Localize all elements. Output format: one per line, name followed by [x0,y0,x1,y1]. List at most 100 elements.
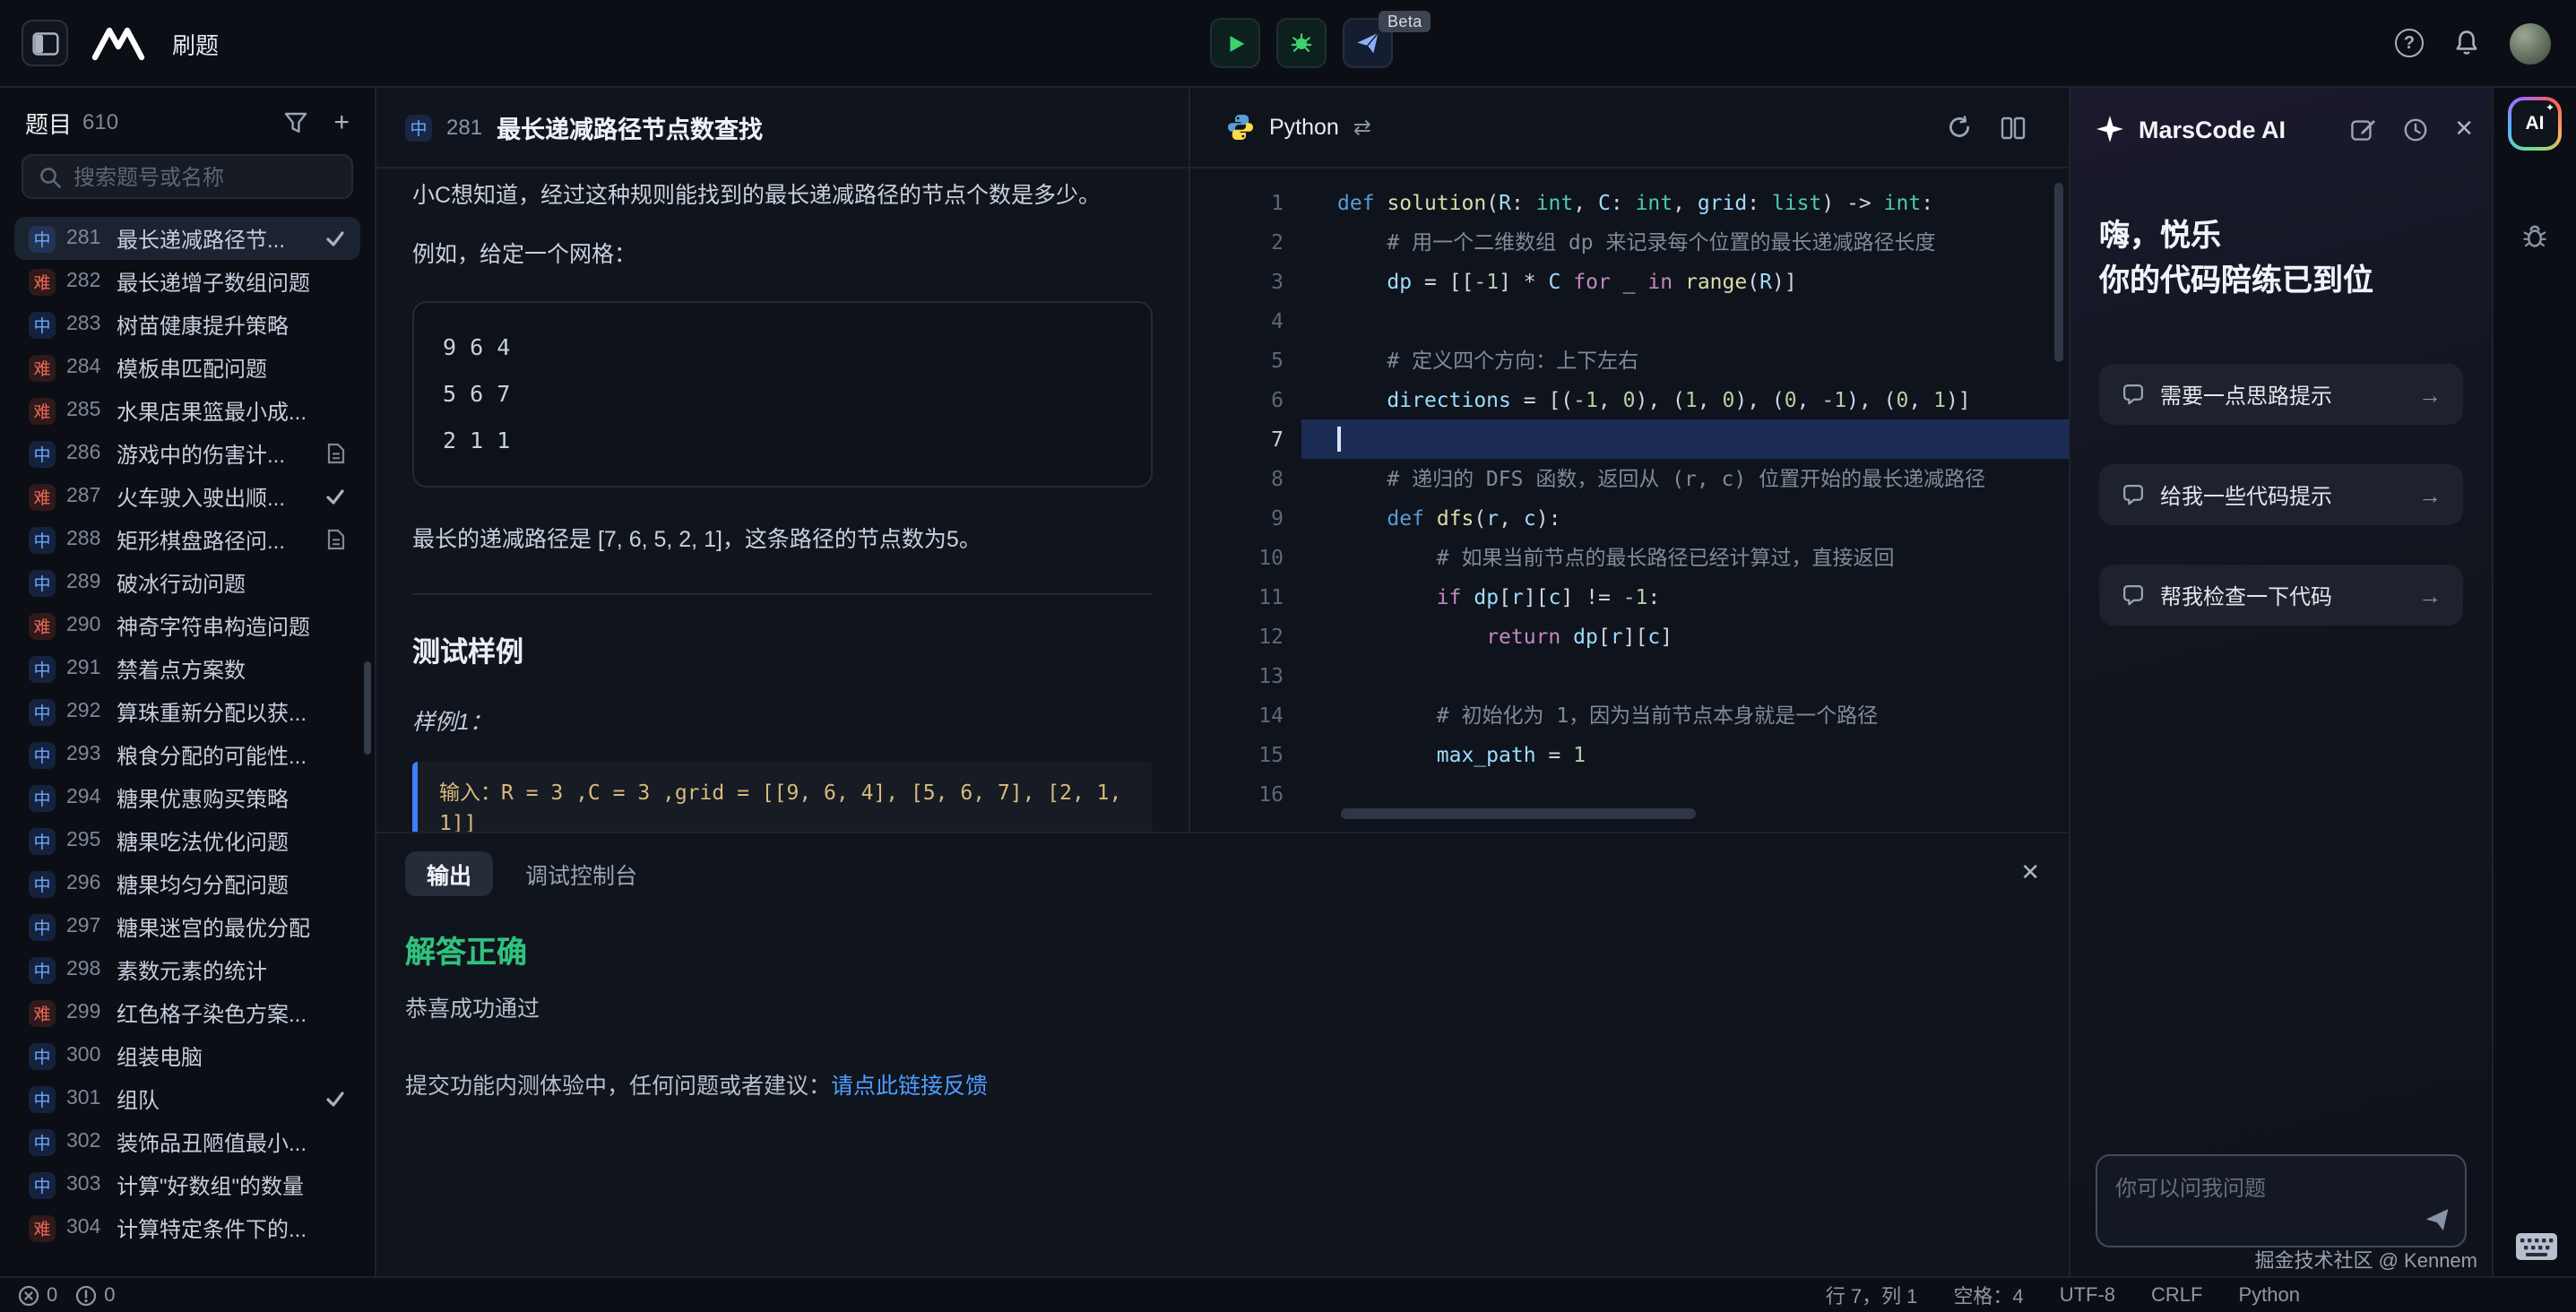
errors-indicator[interactable]: 0 [18,1284,57,1306]
feedback-link[interactable]: 请点此链接反馈 [831,1074,988,1099]
beta-badge: Beta [1379,11,1431,32]
grid-code-block: 9 6 45 6 72 1 1 [412,301,1153,488]
problem-item-284[interactable]: 难284模板串匹配问题 [14,346,360,389]
problem-header: 中 281 最长递减路径节点数查找 [376,88,1189,168]
notifications-bell-icon[interactable] [2452,29,2481,57]
ai-question-input[interactable] [2097,1156,2465,1246]
keyboard-icon[interactable] [2515,1231,2558,1262]
problem-item-290[interactable]: 难290神奇字符串构造问题 [14,604,360,647]
problem-item-299[interactable]: 难299红色格子染色方案... [14,991,360,1034]
editor-vertical-scrollbar[interactable] [2054,183,2063,362]
status-encoding[interactable]: UTF-8 [2060,1284,2115,1306]
problem-item-293[interactable]: 中293粮食分配的可能性... [14,733,360,776]
tab-output[interactable]: 输出 [405,850,493,895]
problem-item-296[interactable]: 中296糖果均匀分配问题 [14,862,360,905]
problem-title: 糖果吃法优化问题 [117,825,346,856]
status-language-mode[interactable]: Python [2239,1284,2301,1306]
right-toolbar-strip: AI [2492,88,2576,1276]
difficulty-badge: 中 [405,114,432,141]
code-editor[interactable]: 12345678910111213141516 def solution(R: … [1190,168,2069,832]
code-line-5: # 定义四个方向：上下左右 [1301,341,2069,380]
editor-horizontal-scrollbar[interactable] [1341,808,1696,819]
problem-item-282[interactable]: 难282最长递增子数组问题 [14,260,360,303]
problem-title: 糖果优惠购买策略 [117,782,346,813]
ai-header: MarsCode AI [2070,88,2492,170]
play-icon [1223,31,1247,55]
note-doc-icon [326,443,346,464]
reset-code-icon[interactable] [1947,115,1972,140]
output-header: 输出 调试控制台 [376,833,2069,912]
problem-number: 300 [66,1045,106,1066]
status-eol-mode[interactable]: CRLF [2151,1284,2202,1306]
problem-item-288[interactable]: 中288矩形棋盘路径问... [14,518,360,561]
problem-item-303[interactable]: 中303计算"好数组"的数量 [14,1163,360,1206]
warnings-indicator[interactable]: 0 [75,1284,115,1306]
problem-item-300[interactable]: 中300组装电脑 [14,1034,360,1077]
problem-number: 283 [66,314,106,335]
problem-item-291[interactable]: 中291禁着点方案数 [14,647,360,690]
language-switch-icon[interactable] [1353,115,1371,140]
problem-item-292[interactable]: 中292算珠重新分配以获... [14,690,360,733]
add-problem-icon[interactable] [333,108,350,135]
status-cursor-position[interactable]: 行 7，列 1 [1826,1281,1918,1309]
error-icon [18,1284,39,1306]
debug-tool-icon[interactable] [2520,222,2549,251]
close-ai-panel-icon[interactable] [2454,115,2474,143]
filter-funnel-icon[interactable] [283,110,308,134]
layout-columns-icon[interactable] [2001,116,2026,139]
problem-number: 294 [66,787,106,808]
code-line-12: return dp[r][c] [1301,617,2069,656]
problem-title: 模板串匹配问题 [117,352,346,383]
help-icon[interactable] [2395,29,2424,57]
problem-item-289[interactable]: 中289破冰行动问题 [14,561,360,604]
sidebar-scrollbar[interactable] [364,661,371,755]
code-line-1: def solution(R: int, C: int, grid: list)… [1301,183,2069,222]
problem-item-301[interactable]: 中301组队 [14,1077,360,1120]
close-output-icon[interactable] [2020,859,2040,887]
problem-item-304[interactable]: 难304计算特定条件下的... [14,1206,360,1249]
ai-suggestion-1[interactable]: 需要一点思路提示 [2099,364,2463,425]
problem-title: 矩形棋盘路径问... [117,524,312,555]
tab-debug-console[interactable]: 调试控制台 [525,856,637,890]
problem-item-297[interactable]: 中297糖果迷宫的最优分配 [14,905,360,948]
grid-line: 5 6 7 [443,371,1122,418]
code-line-6: directions = [(-1, 0), (1, 0), (0, -1), … [1301,380,2069,419]
problem-item-298[interactable]: 中298素数元素的统计 [14,948,360,991]
send-message-icon[interactable] [2424,1206,2451,1233]
topbar-right [2395,22,2576,64]
problem-number: 281 [66,228,106,249]
problem-title: 禁着点方案数 [117,653,346,684]
python-logo-icon [1226,113,1255,142]
debug-test-button[interactable] [1276,18,1327,68]
ai-assistant-button[interactable]: AI [2508,97,2562,151]
problem-item-283[interactable]: 中283树苗健康提升策略 [14,303,360,346]
sidebar-toggle-button[interactable] [22,20,68,66]
problem-number: 290 [66,615,106,636]
problem-item-285[interactable]: 难285水果店果篮最小成... [14,389,360,432]
center-area: 中 281 最长递减路径节点数查找 小C想知道，经过这种规则能找到的最长递减路径… [376,88,2069,1276]
run-button[interactable] [1210,18,1260,68]
problem-item-294[interactable]: 中294糖果优惠购买策略 [14,776,360,819]
problem-title: 装饰品丑陋值最小... [117,1126,346,1157]
problem-item-302[interactable]: 中302装饰品丑陋值最小... [14,1120,360,1163]
history-clock-icon[interactable] [2402,116,2429,142]
problem-item-287[interactable]: 难287火车驶入驶出顺... [14,475,360,518]
ai-suggestion-2[interactable]: 给我一些代码提示 [2099,464,2463,525]
code-line-9: def dfs(r, c): [1301,498,2069,538]
arrow-right-icon [2418,582,2442,609]
note-doc-icon [326,529,346,550]
search-input[interactable] [22,154,353,199]
user-avatar[interactable] [2510,22,2551,64]
problem-item-286[interactable]: 中286游戏中的伤害计... [14,432,360,475]
problem-number: 289 [66,572,106,593]
status-indent-setting[interactable]: 空格：4 [1953,1281,2023,1309]
problem-title: 组队 [117,1083,310,1114]
marscode-logo-icon [90,25,151,61]
problem-number: 297 [66,916,106,937]
problem-item-281[interactable]: 中281最长递减路径节... [14,217,360,260]
problem-item-295[interactable]: 中295糖果吃法优化问题 [14,819,360,862]
section-divider [412,593,1153,595]
new-chat-icon[interactable] [2350,116,2377,142]
ai-suggestion-3[interactable]: 帮我检查一下代码 [2099,565,2463,626]
problem-example-lead: 例如，给定一个网格： [412,238,1153,272]
